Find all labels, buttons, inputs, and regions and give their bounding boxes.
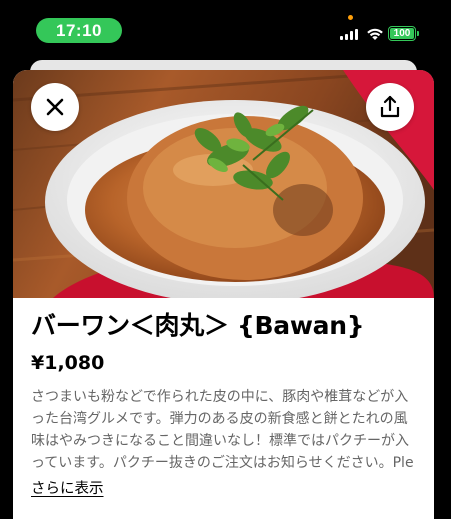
item-title: バーワン＜肉丸＞ {Bawan} — [31, 311, 365, 340]
battery-level: 100 — [390, 28, 414, 39]
privacy-indicator-icon — [348, 15, 353, 20]
item-detail-sheet: バーワン＜肉丸＞ {Bawan} ¥1,080 さつまいも粉などで作られた皮の中… — [13, 70, 434, 519]
cellular-signal-icon — [340, 29, 358, 40]
status-time: 17:10 — [36, 18, 122, 43]
item-details: バーワン＜肉丸＞ {Bawan} ¥1,080 さつまいも粉などで作られた皮の中… — [31, 310, 421, 500]
share-icon — [380, 95, 400, 118]
item-price: ¥1,080 — [31, 352, 105, 374]
item-description: さつまいも粉などで作られた皮の中に、豚肉や椎茸などが入った台湾グルメです。弾力の… — [31, 389, 414, 471]
show-more-link[interactable]: さらに表示 — [31, 478, 104, 500]
close-button[interactable] — [31, 83, 79, 131]
phone-screen: 17:10 100 バーワン＜肉丸＞ {Bawan} ¥1,080 さつまいも粉… — [13, 8, 434, 519]
share-button[interactable] — [366, 83, 414, 131]
battery-icon: 100 — [388, 26, 416, 41]
status-bar: 17:10 100 — [13, 8, 434, 52]
battery-tip — [417, 31, 419, 36]
wifi-icon — [366, 26, 384, 45]
close-icon — [46, 98, 64, 116]
